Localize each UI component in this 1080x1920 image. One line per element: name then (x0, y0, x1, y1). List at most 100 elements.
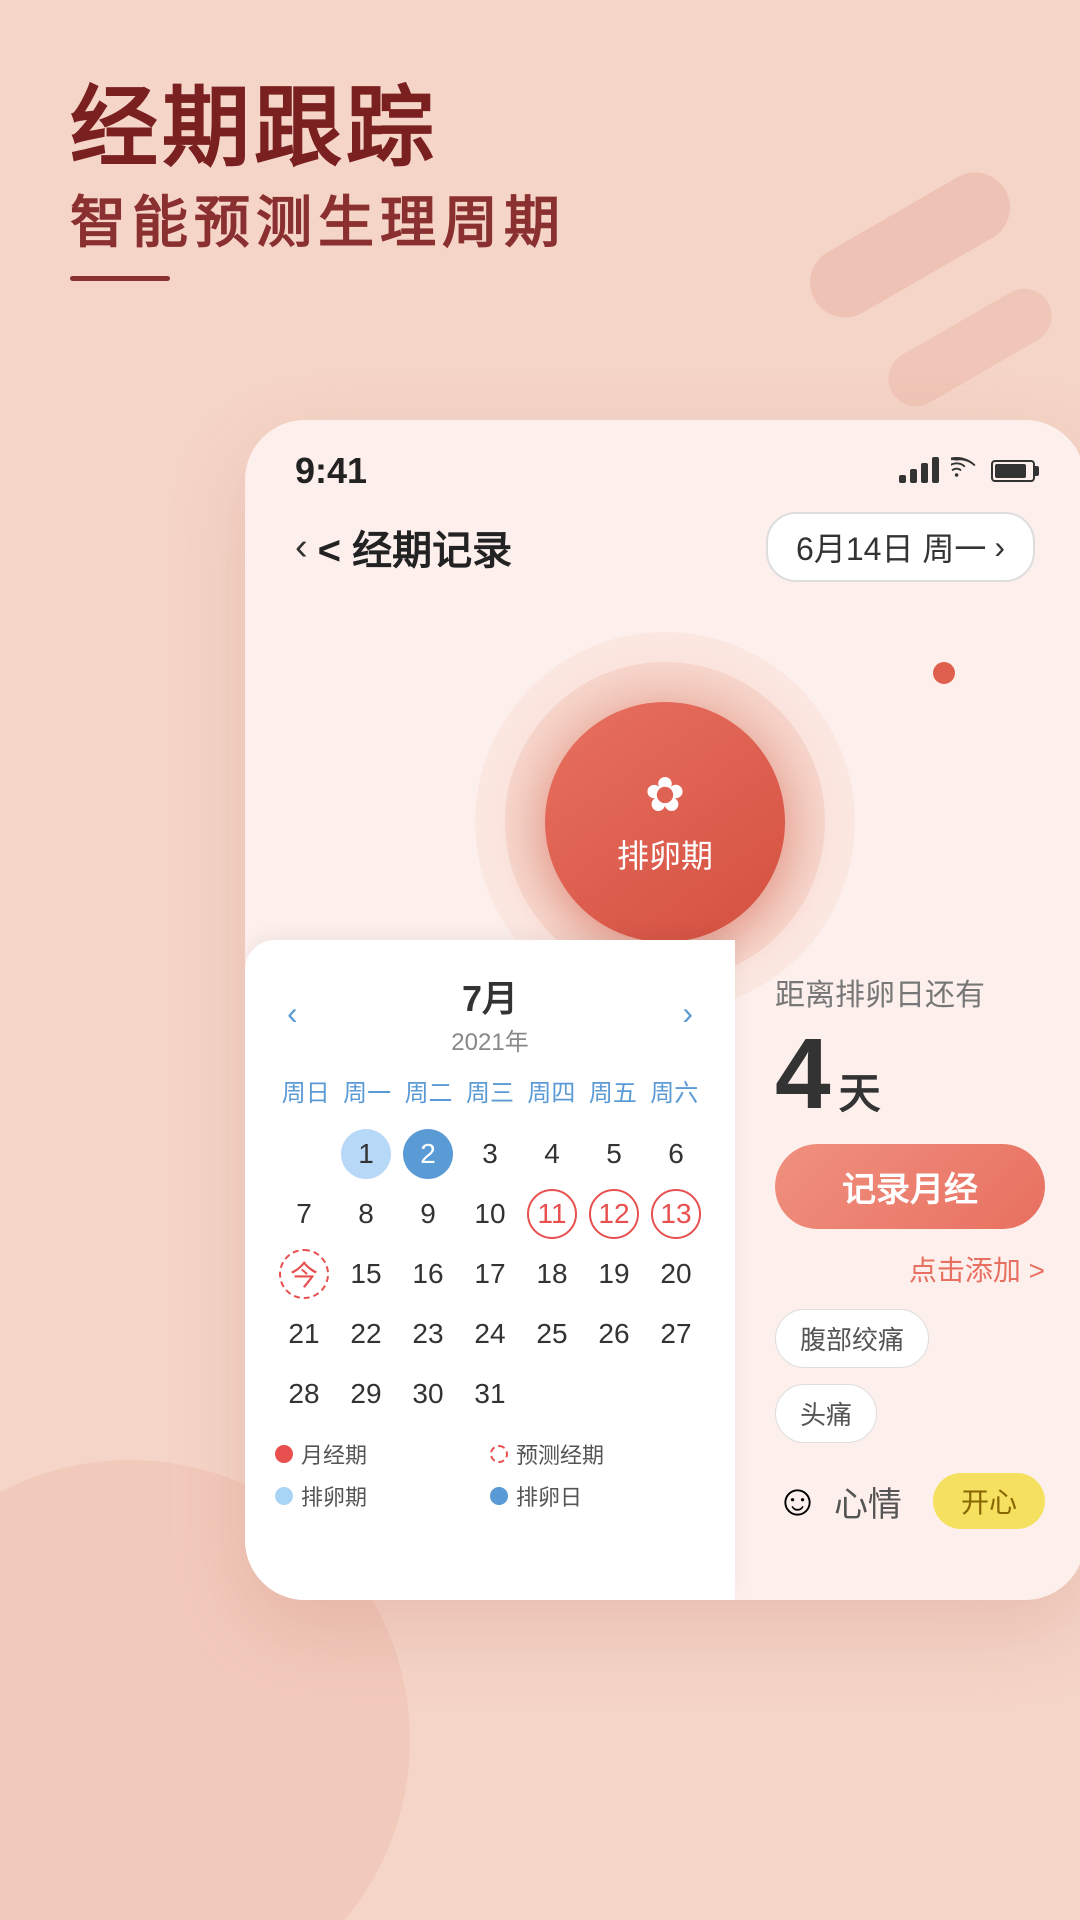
calendar-day[interactable]: 7 (275, 1186, 333, 1242)
calendar-days-grid: 12345678910111213今1516171819202122232425… (275, 1126, 705, 1422)
day-number: 11 (527, 1189, 577, 1239)
calendar-day[interactable]: 20 (647, 1246, 705, 1302)
legend-predicted-label: 预测经期 (516, 1438, 604, 1470)
calendar-legend: 月经期 预测经期 排卵期 排卵日 (275, 1438, 705, 1512)
calendar-day[interactable]: 28 (275, 1366, 333, 1422)
calendar-day[interactable]: 4 (523, 1126, 581, 1182)
add-record-link[interactable]: 点击添加 > (775, 1249, 1045, 1289)
legend-period-label: 月经期 (301, 1438, 367, 1470)
day-number: 20 (651, 1249, 701, 1299)
calendar-day[interactable]: 27 (647, 1306, 705, 1362)
title-underline (70, 276, 170, 281)
date-selector-button[interactable]: 6月14日 周一 › (766, 512, 1035, 582)
legend-ovulation-day: 排卵日 (490, 1480, 705, 1512)
calendar-day[interactable]: 15 (337, 1246, 395, 1302)
calendar-section: ‹ 7月 2021年 › 周日 周一 周二 周三 周四 周五 周六 123456… (245, 940, 735, 1600)
days-number: 4 (775, 1024, 831, 1124)
status-time: 9:41 (295, 450, 367, 492)
calendar-day[interactable]: 2 (399, 1126, 457, 1182)
cycle-phase-circle[interactable]: ✿ 排卵期 (545, 702, 785, 942)
calendar-day[interactable]: 29 (337, 1366, 395, 1422)
weekday-mon: 周一 (336, 1065, 397, 1116)
flower-icon: ✿ (645, 767, 685, 823)
date-arrow-icon: › (994, 529, 1005, 566)
dot-decoration-top (933, 662, 955, 684)
day-number (279, 1129, 329, 1179)
calendar-day[interactable]: 11 (523, 1186, 581, 1242)
calendar-day[interactable]: 22 (337, 1306, 395, 1362)
day-number: 16 (403, 1249, 453, 1299)
right-info-section: 距离排卵日还有 4 天 记录月经 点击添加 > 腹部绞痛 头痛 ☺ 心情 开心 (735, 940, 1080, 1600)
calendar-day[interactable]: 3 (461, 1126, 519, 1182)
calendar-next-button[interactable]: › (670, 991, 705, 1036)
calendar-month: 7月 (451, 970, 528, 1022)
symptom-tags-list: 腹部绞痛 头痛 (775, 1309, 1045, 1443)
calendar-day[interactable]: 16 (399, 1246, 457, 1302)
calendar-day[interactable]: 30 (399, 1366, 457, 1422)
calendar-day[interactable]: 26 (585, 1306, 643, 1362)
calendar-day[interactable]: 6 (647, 1126, 705, 1182)
legend-predicted-dot (490, 1445, 508, 1463)
calendar-day[interactable]: 5 (585, 1126, 643, 1182)
calendar-day[interactable]: 24 (461, 1306, 519, 1362)
day-number: 15 (341, 1249, 391, 1299)
day-number: 9 (403, 1189, 453, 1239)
calendar-day[interactable]: 25 (523, 1306, 581, 1362)
calendar-day[interactable]: 18 (523, 1246, 581, 1302)
legend-ovulation-day-label: 排卵日 (516, 1480, 582, 1512)
calendar-day[interactable]: 19 (585, 1246, 643, 1302)
calendar-day[interactable]: 9 (399, 1186, 457, 1242)
calendar-day[interactable]: 21 (275, 1306, 333, 1362)
legend-period: 月经期 (275, 1438, 490, 1470)
weekday-wed: 周三 (459, 1065, 520, 1116)
calendar-day[interactable]: 12 (585, 1186, 643, 1242)
ovulation-days-count: 4 天 (775, 1024, 1045, 1124)
legend-ovulation-period: 排卵期 (275, 1480, 490, 1512)
day-number: 21 (279, 1309, 329, 1359)
back-arrow-icon: ‹ (295, 526, 308, 569)
day-number: 26 (589, 1309, 639, 1359)
calendar-day (275, 1126, 333, 1182)
day-number: 1 (341, 1129, 391, 1179)
days-unit: 天 (839, 1060, 881, 1121)
day-number: 5 (589, 1129, 639, 1179)
day-number: 今 (279, 1249, 329, 1299)
day-number: 30 (403, 1369, 453, 1419)
nav-back-button[interactable]: ‹ < 经期记录 (295, 518, 512, 576)
record-period-button[interactable]: 记录月经 (775, 1144, 1045, 1229)
day-number: 22 (341, 1309, 391, 1359)
weekday-fri: 周五 (582, 1065, 643, 1116)
calendar-day[interactable]: 23 (399, 1306, 457, 1362)
weekday-sat: 周六 (644, 1065, 705, 1116)
day-number: 29 (341, 1369, 391, 1419)
title-main: 经期跟踪 (70, 80, 566, 177)
calendar-day[interactable]: 13 (647, 1186, 705, 1242)
legend-ovulation-day-dot (490, 1487, 508, 1505)
calendar-day[interactable]: 31 (461, 1366, 519, 1422)
day-number: 31 (465, 1369, 515, 1419)
day-number: 28 (279, 1369, 329, 1419)
symptom-tag-cramp[interactable]: 腹部绞痛 (775, 1309, 929, 1368)
nav-title: < 经期记录 (318, 518, 512, 576)
day-number: 6 (651, 1129, 701, 1179)
calendar-weekdays: 周日 周一 周二 周三 周四 周五 周六 (275, 1065, 705, 1116)
calendar-prev-button[interactable]: ‹ (275, 991, 310, 1036)
mood-value-tag[interactable]: 开心 (933, 1473, 1045, 1529)
calendar-day[interactable]: 17 (461, 1246, 519, 1302)
day-number: 18 (527, 1249, 577, 1299)
day-number: 8 (341, 1189, 391, 1239)
day-number: 27 (651, 1309, 701, 1359)
day-number: 12 (589, 1189, 639, 1239)
status-bar: 9:41 (245, 420, 1080, 502)
header-section: 经期跟踪 智能预测生理周期 (70, 80, 566, 281)
day-number: 25 (527, 1309, 577, 1359)
signal-icon (899, 459, 939, 483)
calendar-day[interactable]: 今 (275, 1246, 333, 1302)
title-sub: 智能预测生理周期 (70, 187, 566, 260)
calendar-day[interactable]: 10 (461, 1186, 519, 1242)
calendar-day[interactable]: 1 (337, 1126, 395, 1182)
calendar-day[interactable]: 8 (337, 1186, 395, 1242)
calendar-year: 2021年 (451, 1029, 528, 1056)
symptom-tag-headache[interactable]: 头痛 (775, 1384, 877, 1443)
mood-label: 心情 (834, 1477, 902, 1526)
